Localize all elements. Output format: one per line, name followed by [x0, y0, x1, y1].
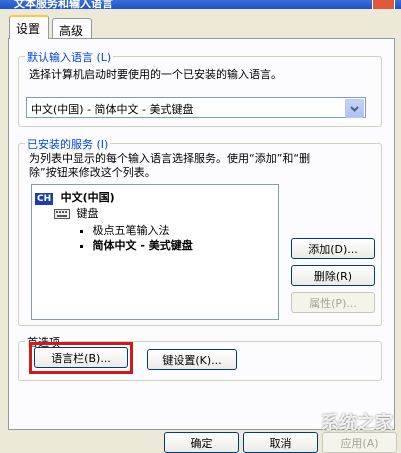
tree-keyboard-node[interactable]: 键盘: [54, 205, 99, 221]
properties-button[interactable]: 属性(P)...: [291, 292, 375, 313]
tree-item-selected[interactable]: 简体中文 - 美式键盘: [80, 237, 193, 253]
tab-settings[interactable]: 设置: [9, 15, 49, 39]
watermark: 系统之家: [321, 413, 393, 434]
tab-advanced[interactable]: 高级: [52, 18, 92, 38]
ok-button[interactable]: 确定: [164, 432, 239, 453]
bullet-icon: [80, 229, 83, 233]
cancel-button[interactable]: 取消: [243, 432, 318, 453]
language-bar-button[interactable]: 语言栏(B)...: [34, 347, 128, 368]
language-badge-icon: CH: [35, 193, 54, 205]
key-settings-button[interactable]: 键设置(K)...: [147, 349, 237, 370]
default-language-select[interactable]: 中文(中国) - 简体中文 - 美式键盘: [26, 97, 366, 118]
keyboard-icon: [54, 209, 70, 219]
chevron-down-icon[interactable]: [345, 99, 364, 118]
default-language-value: 中文(中国) - 简体中文 - 美式键盘: [31, 103, 194, 116]
bullet-icon: [80, 244, 83, 248]
tab-advanced-label: 高级: [59, 24, 84, 38]
remove-button[interactable]: 删除(R): [291, 265, 375, 286]
apply-button[interactable]: 应用(A): [322, 432, 397, 453]
tab-settings-label: 设置: [16, 22, 41, 36]
title-bar: 文本服务和输入语言: [0, 0, 401, 9]
tree-language-label: 中文(中国): [60, 191, 115, 204]
tree-keyboard-label: 键盘: [76, 207, 99, 220]
tree-language-node[interactable]: CH 中文(中国): [35, 189, 115, 205]
tree-item[interactable]: 极点五笔输入法: [80, 222, 170, 238]
installed-services-description-2: 除”按钮来修改这个列表。: [29, 166, 156, 179]
default-language-legend: 默认输入语言 (L): [25, 49, 114, 65]
close-button[interactable]: [372, 0, 395, 9]
add-button[interactable]: 添加(D)...: [291, 238, 375, 259]
tree-item-label: 简体中文 - 美式键盘: [92, 239, 193, 252]
window-title: 文本服务和输入语言: [14, 0, 113, 9]
default-language-description: 选择计算机启动时要使用的一个已安装的输入语言。: [29, 68, 282, 81]
services-tree[interactable]: CH 中文(中国) 键盘 极点五笔输入法 简体中文 - 美式键盘: [31, 184, 279, 320]
tree-item-label: 极点五笔输入法: [92, 224, 170, 237]
